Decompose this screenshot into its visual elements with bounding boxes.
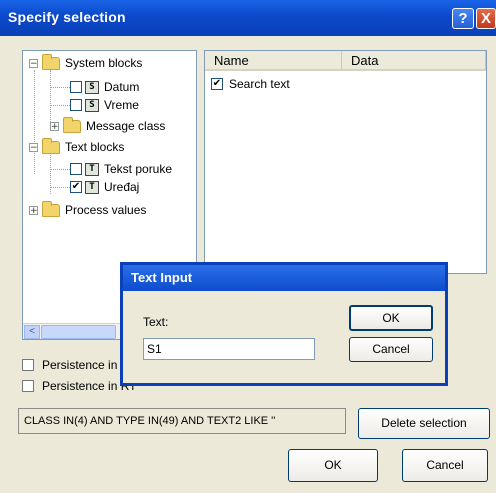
- tree-item-vreme[interactable]: S Vreme: [70, 96, 139, 114]
- ok-button[interactable]: OK: [288, 449, 378, 482]
- tree-item-label: Uređaj: [104, 180, 140, 194]
- text-block-icon: T: [85, 162, 99, 176]
- scroll-left-icon[interactable]: <: [24, 325, 40, 339]
- folder-icon: [42, 53, 60, 70]
- folder-icon: [42, 137, 60, 154]
- tree-line: [50, 87, 70, 88]
- text-input-field[interactable]: [143, 338, 315, 360]
- tree-line: [50, 187, 70, 188]
- checkbox[interactable]: [70, 99, 82, 111]
- tree-line: [50, 169, 70, 170]
- tree-item-message-class[interactable]: + Message class: [50, 116, 166, 135]
- column-header-data[interactable]: Data: [342, 51, 486, 71]
- dialog-ok-button[interactable]: OK: [349, 305, 433, 331]
- list-panel: Name Data ✔ Search text: [204, 50, 487, 274]
- help-icon[interactable]: ?: [452, 8, 474, 29]
- tree-item-label: Text blocks: [65, 140, 125, 154]
- text-field-label: Text:: [143, 315, 169, 329]
- list-item[interactable]: ✔ Search text: [211, 75, 290, 93]
- cancel-button[interactable]: Cancel: [402, 449, 488, 482]
- tree-item-label: Vreme: [104, 98, 139, 112]
- scrollbar-thumb[interactable]: [41, 325, 116, 339]
- specify-selection-window: Specify selection ? X − System blocks S …: [0, 0, 496, 493]
- folder-icon: [63, 116, 81, 133]
- query-text-field[interactable]: CLASS IN(4) AND TYPE IN(49) AND TEXT2 LI…: [18, 408, 346, 434]
- tree-item-uredjaj[interactable]: ✔ T Uređaj: [70, 178, 139, 196]
- tree-item-label: Message class: [86, 119, 166, 133]
- folder-icon: [42, 200, 60, 217]
- tree-line: [34, 70, 35, 174]
- text-input-dialog: Text Input Text: OK Cancel: [120, 262, 448, 386]
- system-block-icon: S: [85, 80, 99, 94]
- title-bar[interactable]: Specify selection ? X: [0, 0, 496, 36]
- checkbox[interactable]: [22, 380, 34, 392]
- dialog-title[interactable]: Text Input: [123, 265, 445, 291]
- expand-icon[interactable]: +: [29, 205, 38, 215]
- system-block-icon: S: [85, 98, 99, 112]
- tree-item-label: System blocks: [65, 56, 143, 70]
- checkbox-checked[interactable]: ✔: [211, 78, 223, 90]
- checkbox[interactable]: [70, 163, 82, 175]
- tree-item-tekst-poruke[interactable]: T Tekst poruke: [70, 160, 172, 178]
- list-item-name: Search text: [229, 77, 290, 91]
- text-block-icon: T: [85, 180, 99, 194]
- delete-selection-button[interactable]: Delete selection: [358, 408, 490, 439]
- collapse-icon[interactable]: −: [29, 142, 38, 152]
- window-title: Specify selection: [8, 9, 126, 25]
- tree-line: [50, 105, 70, 106]
- checkbox-checked[interactable]: ✔: [70, 181, 82, 193]
- collapse-icon[interactable]: −: [29, 58, 38, 68]
- tree-item-datum[interactable]: S Datum: [70, 78, 139, 96]
- checkbox[interactable]: [70, 81, 82, 93]
- tree-item-system-blocks[interactable]: − System blocks: [29, 53, 143, 72]
- checkbox-label: Persistence in: [42, 358, 118, 372]
- checkbox[interactable]: [22, 359, 34, 371]
- close-icon[interactable]: X: [476, 8, 496, 29]
- column-header-name[interactable]: Name: [205, 51, 342, 71]
- persistence-checkbox-1[interactable]: Persistence in: [22, 356, 117, 374]
- tree-item-label: Process values: [65, 203, 147, 217]
- tree-item-text-blocks[interactable]: − Text blocks: [29, 137, 125, 156]
- dialog-cancel-button[interactable]: Cancel: [349, 337, 433, 362]
- expand-icon[interactable]: +: [50, 121, 59, 131]
- tree-item-process-values[interactable]: + Process values: [29, 200, 147, 219]
- tree-item-label: Datum: [104, 80, 140, 94]
- tree-item-label: Tekst poruke: [104, 162, 173, 176]
